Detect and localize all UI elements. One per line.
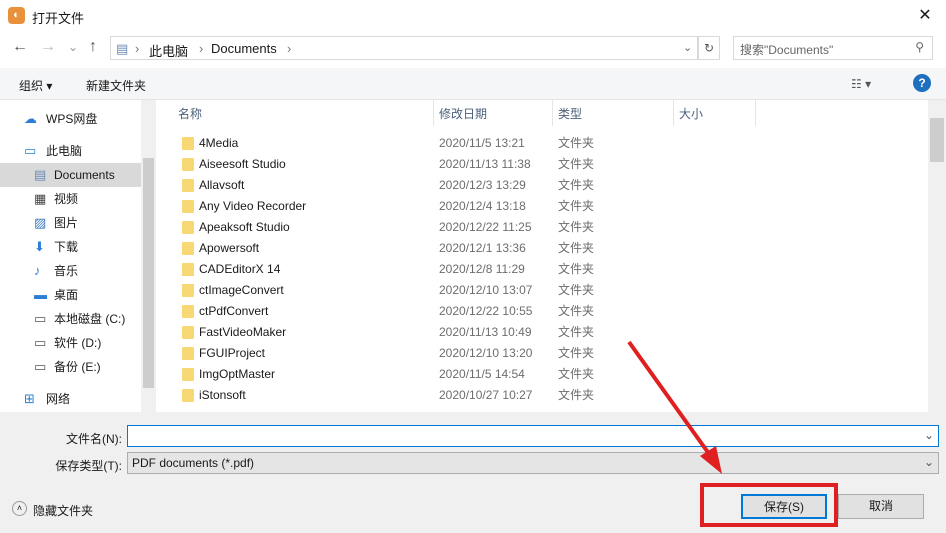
annotation-arrow	[627, 340, 714, 460]
annotation-highlight-box	[700, 483, 838, 527]
annotation-overlay	[627, 340, 838, 527]
annotation-arrowhead	[700, 446, 722, 474]
